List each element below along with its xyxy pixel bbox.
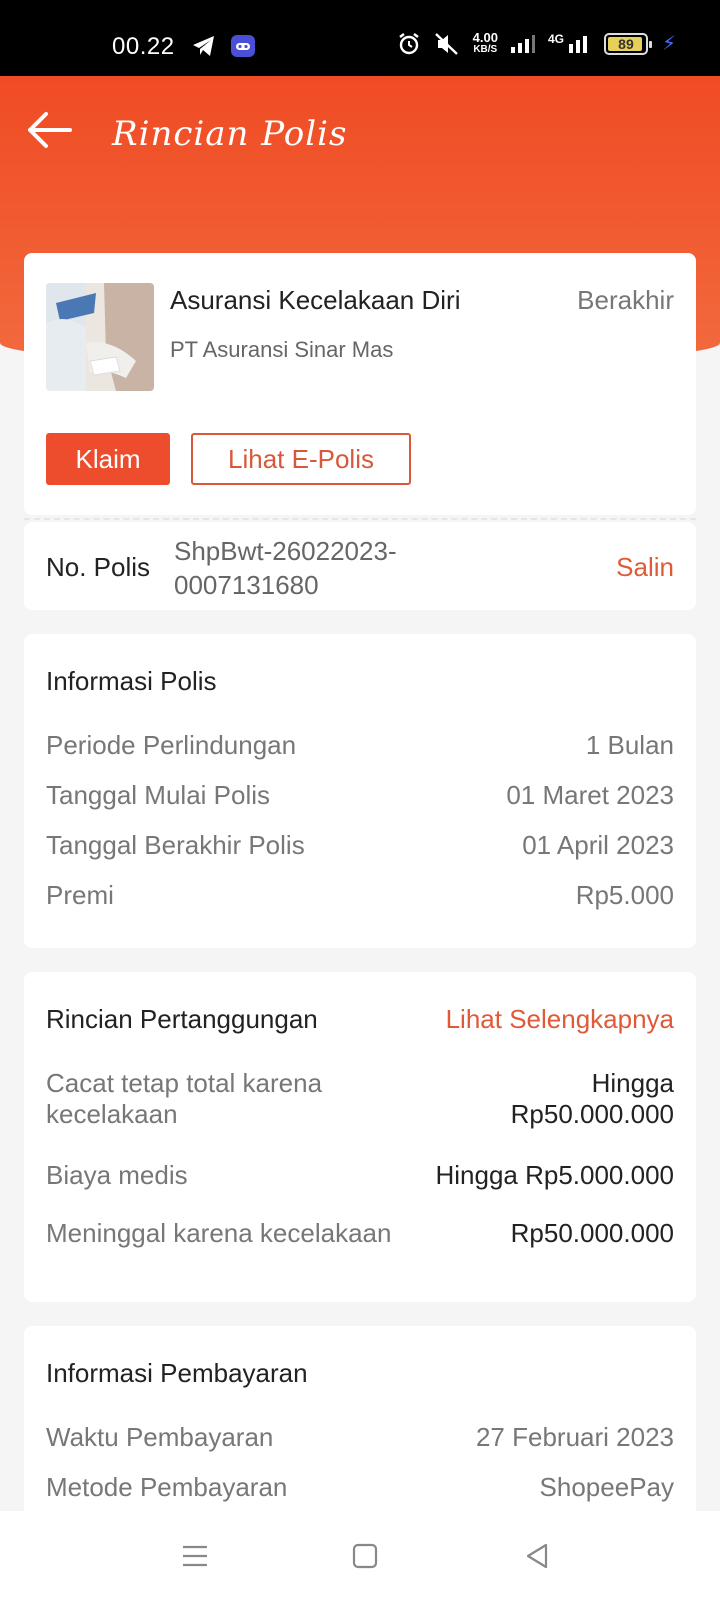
see-more-link[interactable]: Lihat Selengkapnya [446,1004,674,1035]
payment-row-value: ShopeePay [539,1472,674,1502]
coverage-row-label: Cacat tetap total karena kecelakaan [46,1068,322,1130]
section-title: Informasi Polis [46,666,217,696]
status-time: 00.22 [112,33,175,60]
home-square-icon[interactable] [350,1541,380,1571]
signal-icon [510,34,535,53]
info-row-value: Rp5.000 [575,880,674,910]
info-row-value: 01 April 2023 [522,830,674,860]
policy-summary-card: Asuransi Kecelakaan Diri Berakhir PT Asu… [24,253,696,515]
coverage-label-line: Cacat tetap total karena [46,1068,323,1098]
battery-icon: 89 [603,32,652,55]
section-title: Rincian Pertanggungan [46,1004,318,1034]
telegram-icon [193,36,214,56]
insurer-name: PT Asuransi Sinar Mas [170,337,394,362]
payment-row-label: Waktu Pembayaran [46,1422,274,1452]
info-row-label: Periode Perlindungan [46,730,297,760]
info-row-value: 01 Maret 2023 [506,780,674,810]
signal-icon [568,35,587,53]
payment-row-label: Metode Pembayaran [46,1472,288,1502]
coverage-value-line: Hingga [591,1068,674,1098]
speed-value: 4.00 [472,29,498,45]
back-triangle-icon[interactable] [522,1541,552,1571]
section-title: Informasi Pembayaran [46,1358,308,1388]
view-epolicy-button[interactable]: Lihat E-Polis [191,433,411,485]
policy-number-value: ShpBwt-26022023- 0007131680 [174,534,464,602]
payment-info-card: Informasi Pembayaran Waktu Pembayaran 27… [24,1326,696,1526]
product-name: Asuransi Kecelakaan Diri [170,285,461,315]
claim-button[interactable]: Klaim [46,433,170,485]
info-row-label: Tanggal Berakhir Polis [46,830,305,860]
policy-number-label: No. Polis [46,552,151,582]
speed-unit: KB/S [473,43,498,55]
info-row-label: Tanggal Mulai Polis [46,780,271,810]
status-badge: Berakhir [577,285,674,315]
battery-level: 89 [618,35,634,52]
coverage-row-label: Meninggal karena kecelakaan [46,1218,392,1248]
coverage-row-label: Biaya medis [46,1160,188,1190]
coverage-value-line: Rp50.000.000 [510,1099,674,1129]
network-speed: 4.00 KB/S [472,29,498,56]
menu-icon[interactable] [180,1541,210,1571]
coverage-row-value: Hingga Rp50.000.000 [511,1068,674,1130]
payment-row-value: 27 Februari 2023 [475,1422,674,1452]
coverage-label-line: kecelakaan [46,1099,178,1129]
coverage-row-value: Hingga Rp5.000.000 [435,1160,674,1190]
coverage-row-value: Rp50.000.000 [510,1218,674,1248]
mute-icon [434,32,458,55]
status-left-icons [192,34,256,58]
charging-icon: ⚡ [661,33,676,55]
policy-info-card: Informasi Polis Periode Perlindungan 1 B… [24,634,696,948]
back-arrow-icon[interactable] [26,110,72,150]
app-icon [231,35,255,57]
page-title: Rincian Polis [112,114,348,154]
copy-button[interactable]: Salin [616,552,674,583]
info-row-value: 1 Bulan [585,730,674,760]
policy-number-line2: 0007131680 [174,570,319,600]
network-type: 4G [547,31,564,46]
status-bar: 00.22 4.00 KB/S 4G 89 ⚡ [0,0,720,76]
system-nav-bar [0,1511,720,1600]
product-thumbnail [46,283,154,391]
status-right-icons: 4.00 KB/S 4G 89 ⚡ [397,31,676,56]
coverage-card: Rincian Pertanggungan Lihat Selengkapnya… [24,972,696,1302]
policy-number-card: No. Polis ShpBwt-26022023- 0007131680 Sa… [24,522,696,610]
info-row-label: Premi [46,880,114,910]
divider [24,518,696,520]
alarm-icon [398,32,419,54]
policy-number-line1: ShpBwt-26022023- [174,536,397,566]
